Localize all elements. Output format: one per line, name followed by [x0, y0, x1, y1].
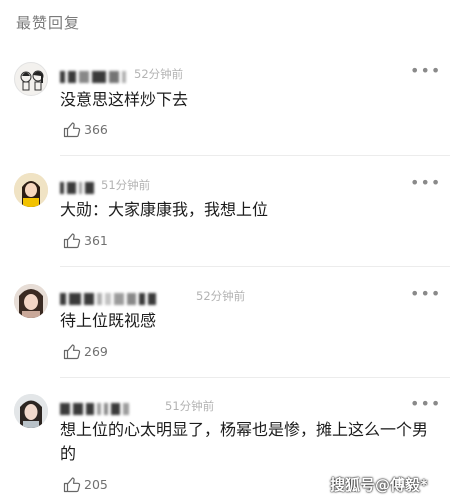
- avatar[interactable]: [14, 284, 48, 318]
- avatar[interactable]: [14, 394, 48, 428]
- more-dots-icon[interactable]: •••: [410, 286, 441, 302]
- comment-time: 52分钟前: [134, 67, 184, 81]
- avatar-image: [20, 70, 44, 91]
- username-blurred[interactable]: [60, 177, 97, 194]
- comment-text: 想上位的心太明显了，杨幂也是惨，摊上这么一个男的: [60, 420, 429, 463]
- like-button[interactable]: 366: [63, 121, 108, 138]
- like-button[interactable]: 361: [63, 232, 108, 249]
- divider: [60, 377, 450, 378]
- section-title: 最赞回复: [16, 14, 81, 32]
- comment-time: 52分钟前: [196, 289, 246, 303]
- comment-time: 51分钟前: [101, 178, 151, 192]
- avatar[interactable]: [14, 62, 48, 96]
- thumbs-up-icon: [63, 344, 81, 360]
- thumbs-up-icon: [63, 233, 81, 249]
- username-blurred[interactable]: [60, 288, 159, 305]
- more-dots-icon[interactable]: •••: [410, 396, 441, 412]
- comment-text: 没意思这样炒下去: [60, 90, 189, 109]
- like-count: 269: [84, 344, 108, 359]
- more-dots-icon[interactable]: •••: [410, 63, 441, 79]
- like-count: 205: [84, 477, 108, 492]
- comment-text: 待上位既视感: [60, 311, 157, 330]
- watermark: 搜狐号@傅毅*: [330, 476, 428, 494]
- username-blurred[interactable]: [60, 398, 132, 415]
- divider: [60, 155, 450, 156]
- avatar[interactable]: [14, 173, 48, 207]
- divider: [60, 266, 450, 267]
- avatar-image: [14, 394, 48, 428]
- comment-text: 大勋：大家康康我，我想上位: [60, 200, 269, 219]
- like-count: 361: [84, 233, 108, 248]
- comment-time: 51分钟前: [165, 399, 215, 413]
- avatar-image: [14, 173, 48, 207]
- thumbs-up-icon: [63, 477, 81, 493]
- like-button[interactable]: 269: [63, 343, 108, 360]
- like-button[interactable]: 205: [63, 476, 108, 493]
- avatar-image: [14, 284, 48, 318]
- like-count: 366: [84, 122, 108, 137]
- thumbs-up-icon: [63, 122, 81, 138]
- more-dots-icon[interactable]: •••: [410, 175, 441, 191]
- username-blurred[interactable]: [60, 66, 129, 83]
